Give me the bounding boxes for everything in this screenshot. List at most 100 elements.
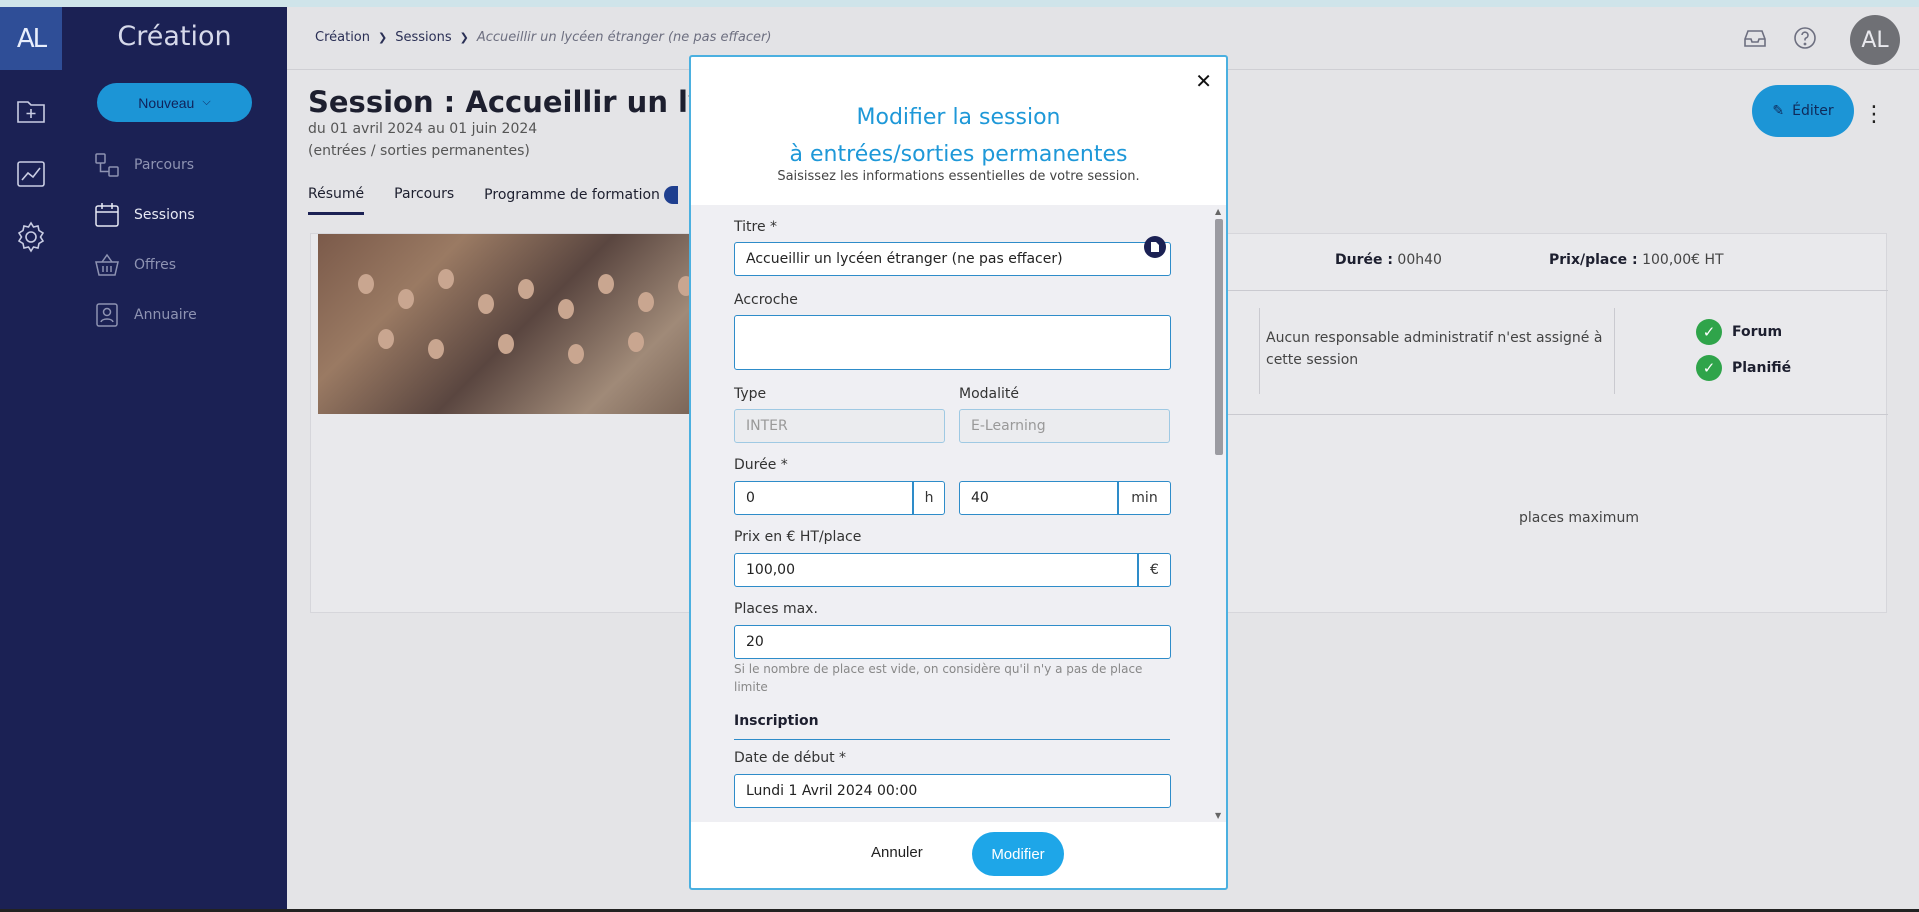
app-logo: AL — [0, 7, 62, 70]
places-input[interactable]: 20 — [734, 625, 1171, 659]
inbox-icon[interactable] — [1742, 25, 1768, 51]
modal-title-line2: à entrées/sorties permanentes — [789, 142, 1128, 167]
check-circle-icon: ✓ — [1696, 319, 1722, 345]
places-hint: Si le nombre de place est vide, on consi… — [734, 662, 1143, 694]
modalite-field: E-Learning — [959, 409, 1170, 443]
duree-label: Durée * — [734, 457, 788, 473]
scroll-up-icon[interactable]: ▲ — [1215, 207, 1221, 216]
session-photo — [318, 234, 733, 414]
check-label: Planifié — [1732, 360, 1792, 376]
sidebar-item-label: Offres — [134, 257, 177, 273]
basket-icon — [95, 253, 119, 276]
type-field: INTER — [734, 409, 945, 443]
contact-book-icon — [96, 303, 118, 327]
rail-settings-button[interactable] — [0, 205, 62, 268]
type-label: Type — [734, 386, 767, 402]
page-tabs: Résumé Parcours Programme de formation — [308, 186, 679, 215]
close-icon[interactable]: ✕ — [1195, 69, 1212, 93]
titre-input[interactable]: Accueillir un lycéen étranger (ne pas ef… — [734, 242, 1171, 276]
sidebar-item-offres[interactable]: Offres — [94, 249, 176, 281]
check-forum: ✓ Forum — [1696, 319, 1782, 345]
side-menu: Création Nouveau ⌵ Parcours Sessions Off… — [62, 7, 287, 912]
tab-resume[interactable]: Résumé — [308, 186, 365, 215]
prix-label: Prix en € HT/place — [734, 529, 862, 545]
chevron-down-icon: ⌵ — [202, 96, 211, 108]
breadcrumb: Création ❯ Sessions ❯ Accueillir un lycé… — [315, 30, 771, 45]
calendar-icon — [95, 203, 119, 227]
euro-unit: € — [1138, 553, 1171, 587]
sidemenu-title: Création — [117, 21, 232, 52]
gear-icon — [17, 220, 45, 253]
rail-create-button[interactable] — [0, 79, 62, 142]
new-button-label: Nouveau — [138, 94, 195, 111]
stat-duree-value: 00h40 — [1397, 252, 1442, 268]
breadcrumb-creation[interactable]: Création — [315, 30, 370, 45]
rail-stats-button[interactable] — [0, 142, 62, 205]
sidebar-item-label: Sessions — [134, 207, 195, 223]
sidebar-item-sessions[interactable]: Sessions — [94, 199, 195, 231]
session-dates: du 01 avril 2024 au 01 juin 2024 — [308, 121, 538, 137]
stat-prix-value: 100,00€ HT — [1642, 252, 1724, 268]
new-button[interactable]: Nouveau ⌵ — [97, 83, 252, 122]
modifier-button[interactable]: Modifier — [972, 832, 1064, 876]
edit-button-label: Éditer — [1792, 103, 1834, 119]
accroche-textarea[interactable] — [734, 315, 1171, 370]
avatar[interactable]: AL — [1850, 15, 1900, 65]
pencil-icon: ✎ — [1772, 103, 1785, 119]
document-icon[interactable] — [1144, 236, 1166, 258]
tab-parcours[interactable]: Parcours — [394, 186, 454, 215]
duree-minutes-input[interactable]: 40 — [959, 481, 1118, 515]
divider — [1614, 308, 1615, 394]
breadcrumb-current: Accueillir un lycéen étranger (ne pas ef… — [476, 30, 772, 45]
titre-label: Titre * — [734, 219, 778, 235]
inscription-heading: Inscription — [734, 713, 1170, 740]
hours-unit: h — [913, 481, 945, 515]
minutes-unit: min — [1118, 481, 1171, 515]
scroll-thumb[interactable] — [1215, 219, 1223, 455]
modal-form: Titre * Accueillir un lycéen étranger (n… — [691, 205, 1214, 822]
modal-title-line1: Modifier la session — [856, 105, 1061, 130]
sidebar-item-parcours[interactable]: Parcours — [94, 149, 194, 181]
tab-programme-label: Programme de formation — [484, 187, 660, 203]
prix-input[interactable]: 100,00 — [734, 553, 1138, 587]
modalite-label: Modalité — [959, 386, 1019, 402]
date-debut-label: Date de début * — [734, 750, 847, 766]
tab-programme[interactable]: Programme de formation — [484, 186, 679, 215]
admin-note: Aucun responsable administratif n'est as… — [1266, 330, 1603, 368]
places-label: Places max. — [734, 601, 818, 617]
chevron-right-icon: ❯ — [378, 31, 388, 44]
top-accent-bar — [0, 0, 1919, 7]
places-note: places maximum — [1519, 510, 1639, 526]
modal-subtitle: Saisissez les informations essentielles … — [777, 169, 1140, 184]
duree-hours-input[interactable]: 0 — [734, 481, 913, 515]
parcours-icon — [95, 153, 119, 177]
stat-duree: Durée : 00h40 — [1335, 252, 1442, 268]
stat-duree-label: Durée : — [1335, 252, 1393, 268]
edit-button[interactable]: ✎ Éditer — [1752, 85, 1854, 137]
check-circle-icon: ✓ — [1696, 355, 1722, 381]
page-title: Session : Accueillir un lycé — [308, 85, 744, 119]
edit-session-modal: ✕ Modifier la session à entrées/sorties … — [689, 55, 1228, 890]
cancel-button[interactable]: Annuler — [871, 844, 923, 861]
check-label: Forum — [1732, 324, 1783, 340]
sidebar-item-annuaire[interactable]: Annuaire — [94, 299, 197, 331]
more-vertical-icon[interactable]: ⋮ — [1863, 102, 1885, 127]
count-badge — [664, 186, 679, 204]
session-mode: (entrées / sorties permanentes) — [308, 143, 530, 159]
stat-prix-label: Prix/place : — [1549, 252, 1638, 268]
help-icon[interactable] — [1792, 25, 1818, 51]
folder-plus-icon — [17, 100, 45, 123]
modal-footer: Annuler Modifier — [691, 822, 1226, 890]
accroche-label: Accroche — [734, 292, 798, 308]
sidebar-item-label: Parcours — [134, 157, 195, 173]
chart-icon — [17, 160, 45, 187]
check-planifie: ✓ Planifié — [1696, 355, 1791, 381]
modal-scrollbar[interactable]: ▲ ▼ — [1212, 205, 1226, 822]
modal-title: Modifier la session à entrées/sorties pe… — [691, 99, 1226, 173]
chevron-right-icon: ❯ — [459, 31, 469, 44]
date-debut-input[interactable]: Lundi 1 Avril 2024 00:00 — [734, 774, 1171, 808]
scroll-down-icon[interactable]: ▼ — [1215, 811, 1221, 820]
stat-prix: Prix/place : 100,00€ HT — [1549, 252, 1724, 268]
divider — [1259, 308, 1260, 394]
breadcrumb-sessions[interactable]: Sessions — [395, 30, 451, 45]
